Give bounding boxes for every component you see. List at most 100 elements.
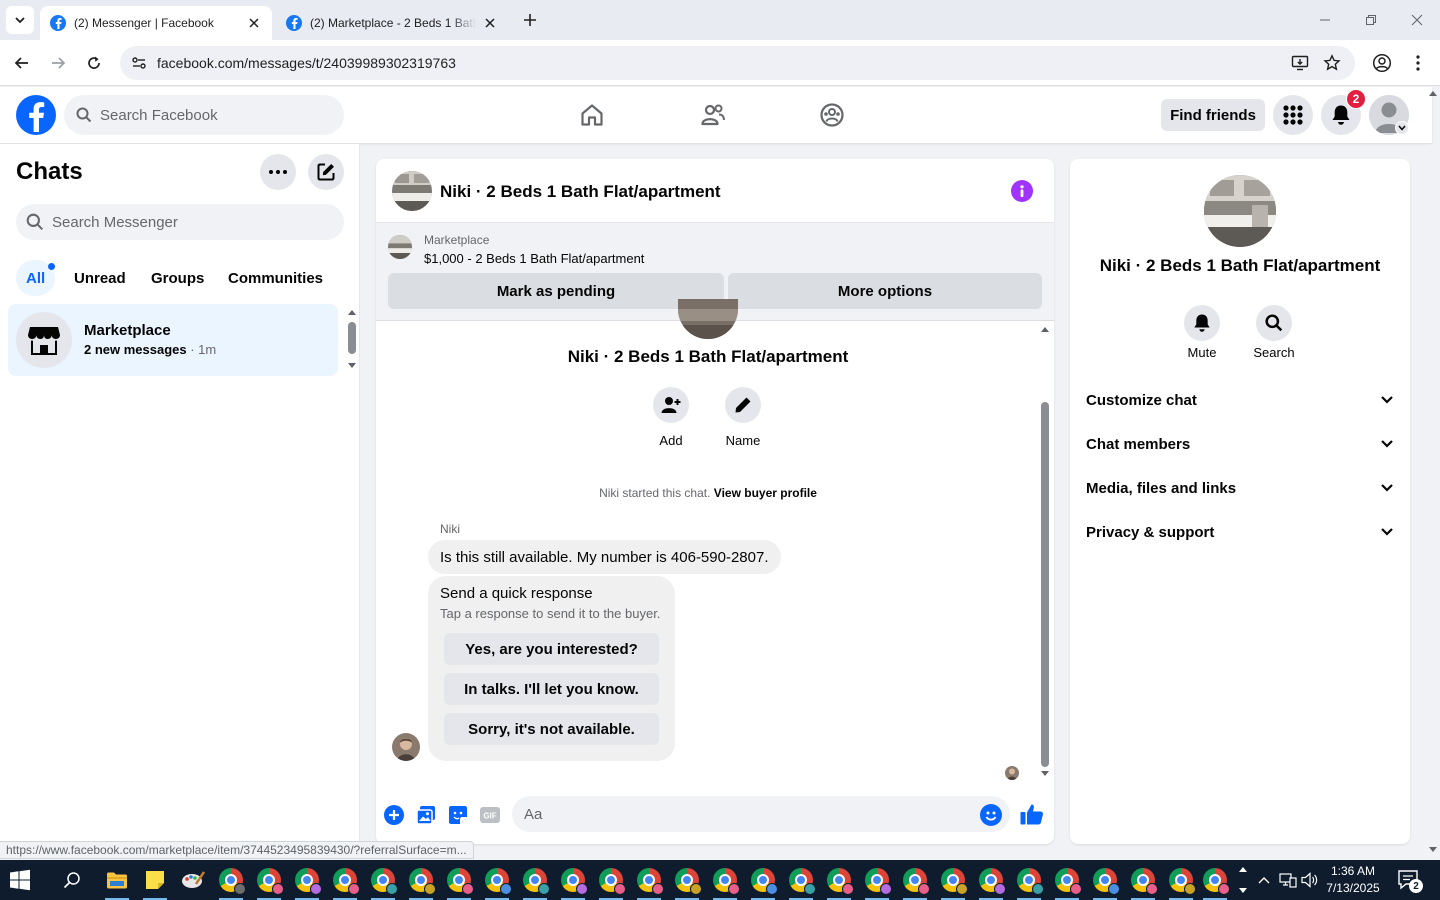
filter-tab-communities[interactable]: Communities: [218, 260, 333, 296]
paint-app[interactable]: [174, 860, 212, 900]
quick-response-not-available[interactable]: Sorry, it's not available.: [444, 713, 659, 745]
chrome-window[interactable]: [516, 860, 554, 900]
quick-response-in-talks[interactable]: In talks. I'll let you know.: [444, 673, 659, 705]
chrome-window[interactable]: [782, 860, 820, 900]
add-people-button[interactable]: [653, 387, 689, 423]
browser-tab-marketplace[interactable]: (2) Marketplace - 2 Beds 1 Bath: [276, 6, 508, 40]
quick-response-interested[interactable]: Yes, are you interested?: [444, 633, 659, 665]
chrome-window[interactable]: [478, 860, 516, 900]
nav-groups[interactable]: [812, 95, 852, 135]
windows-start-icon[interactable]: [8, 868, 32, 892]
chrome-window[interactable]: [212, 860, 250, 900]
chrome-window[interactable]: [1048, 860, 1086, 900]
gif-button[interactable]: GIF: [478, 803, 502, 827]
section-chat-members[interactable]: Chat members: [1086, 426, 1394, 462]
chrome-window[interactable]: [744, 860, 782, 900]
new-tab-button[interactable]: [518, 10, 542, 30]
mute-action[interactable]: Mute: [1172, 305, 1232, 360]
list-scroll-up-arrow[interactable]: [347, 308, 357, 316]
browser-menu-icon[interactable]: [1406, 51, 1430, 75]
chrome-window[interactable]: [364, 860, 402, 900]
menu-button[interactable]: [1273, 95, 1313, 135]
chrome-window[interactable]: [1010, 860, 1048, 900]
messenger-search-input[interactable]: Search Messenger: [16, 204, 344, 240]
show-hidden-icons-button[interactable]: [1254, 870, 1274, 890]
nav-friends[interactable]: [693, 95, 733, 135]
conversation-item-marketplace[interactable]: Marketplace 2 new messages · 1m: [8, 304, 338, 376]
chrome-window[interactable]: [592, 860, 630, 900]
more-actions-button[interactable]: [382, 803, 406, 827]
minimize-window-button[interactable]: [1310, 8, 1340, 32]
add-people-action[interactable]: Add: [641, 387, 701, 448]
sender-avatar[interactable]: [392, 733, 420, 761]
page-scroll-down-arrow[interactable]: [1428, 846, 1438, 854]
close-window-button[interactable]: [1402, 8, 1432, 32]
chrome-window[interactable]: [934, 860, 972, 900]
list-scrollbar-thumb[interactable]: [348, 322, 356, 354]
listing-summary[interactable]: $1,000 - 2 Beds 1 Bath Flat/apartment: [424, 251, 644, 266]
list-scroll-down-arrow[interactable]: [347, 362, 357, 370]
section-media-files-links[interactable]: Media, files and links: [1086, 470, 1394, 506]
search-in-chat-action[interactable]: Search: [1244, 305, 1304, 360]
facebook-logo-icon[interactable]: [16, 95, 56, 135]
chat-options-button[interactable]: [260, 154, 296, 190]
conversation-title[interactable]: Niki · 2 Beds 1 Bath Flat/apartment: [440, 182, 721, 202]
install-app-icon[interactable]: [1288, 51, 1312, 75]
close-tab-icon[interactable]: [246, 15, 262, 31]
chrome-window[interactable]: [896, 860, 934, 900]
browser-tab-messenger[interactable]: (2) Messenger | Facebook: [40, 6, 272, 40]
network-tray-icon[interactable]: [1278, 870, 1298, 890]
details-avatar[interactable]: [1204, 175, 1276, 247]
more-options-button[interactable]: More options: [728, 273, 1042, 309]
bookmark-star-icon[interactable]: [1320, 51, 1344, 75]
conversation-info-button[interactable]: [1011, 180, 1033, 202]
chrome-window[interactable]: [554, 860, 592, 900]
facebook-search-input[interactable]: Search Facebook: [64, 95, 344, 135]
section-customize-chat[interactable]: Customize chat: [1086, 382, 1394, 418]
chrome-window[interactable]: [402, 860, 440, 900]
chrome-window[interactable]: [440, 860, 478, 900]
thread-scroll-down-arrow[interactable]: [1040, 770, 1050, 778]
profile-icon[interactable]: [1370, 51, 1394, 75]
thread-scroll-up-arrow[interactable]: [1040, 325, 1050, 333]
sticky-notes-app[interactable]: [136, 860, 174, 900]
chrome-window[interactable]: [326, 860, 364, 900]
section-privacy-support[interactable]: Privacy & support: [1086, 514, 1394, 550]
chrome-window[interactable]: [1086, 860, 1124, 900]
site-info-icon[interactable]: [122, 46, 156, 80]
address-bar[interactable]: facebook.com/messages/t/2403998930231976…: [120, 46, 1355, 80]
chrome-window[interactable]: [1124, 860, 1162, 900]
listing-thumbnail-small[interactable]: [388, 235, 412, 259]
taskbar-search-button[interactable]: [60, 868, 84, 892]
chrome-window[interactable]: [250, 860, 288, 900]
chrome-window[interactable]: [288, 860, 326, 900]
name-chat-button[interactable]: [725, 387, 761, 423]
chrome-window[interactable]: [1196, 860, 1234, 900]
chrome-window[interactable]: [820, 860, 858, 900]
chrome-window[interactable]: [858, 860, 896, 900]
restore-window-button[interactable]: [1356, 8, 1386, 32]
volume-tray-icon[interactable]: [1300, 870, 1320, 890]
filter-tab-groups[interactable]: Groups: [141, 260, 214, 296]
send-like-button[interactable]: [1019, 801, 1045, 827]
find-friends-button[interactable]: Find friends: [1161, 99, 1265, 131]
nav-home[interactable]: [572, 95, 612, 135]
chrome-window[interactable]: [668, 860, 706, 900]
view-buyer-profile-link[interactable]: View buyer profile: [714, 486, 817, 500]
mark-as-pending-button[interactable]: Mark as pending: [388, 273, 724, 309]
name-chat-action[interactable]: Name: [713, 387, 773, 448]
taskbar-scroll-arrows-icon[interactable]: [1238, 864, 1248, 896]
account-caret[interactable]: [1395, 121, 1409, 135]
attach-media-button[interactable]: [414, 803, 438, 827]
back-button[interactable]: [10, 51, 34, 75]
thread-scrollbar-thumb[interactable]: [1041, 402, 1049, 767]
close-tab-icon[interactable]: [482, 15, 498, 31]
sticker-button[interactable]: [446, 803, 470, 827]
chrome-window[interactable]: [630, 860, 668, 900]
new-message-button[interactable]: [308, 154, 344, 190]
file-explorer-app[interactable]: [98, 860, 136, 900]
chrome-window[interactable]: [706, 860, 744, 900]
reload-button[interactable]: [82, 51, 106, 75]
emoji-button[interactable]: [980, 804, 1002, 826]
filter-tab-unread[interactable]: Unread: [64, 260, 136, 296]
